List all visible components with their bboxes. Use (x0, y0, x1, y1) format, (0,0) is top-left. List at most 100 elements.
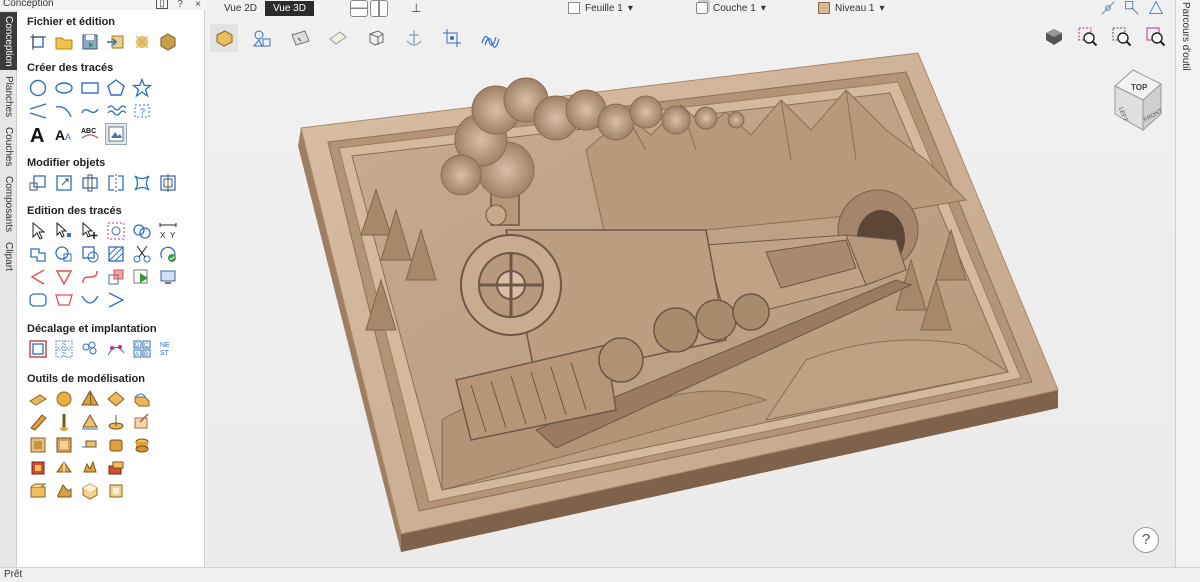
smooth-model-icon[interactable] (105, 434, 127, 456)
merge-components-icon[interactable] (131, 434, 153, 456)
invert-model-icon[interactable] (79, 480, 101, 502)
shape-editor-icon[interactable] (27, 388, 49, 410)
panel-help-icon[interactable]: ? (174, 0, 186, 10)
bake-icon[interactable] (79, 457, 101, 479)
pyramid-icon[interactable] (79, 388, 101, 410)
tab-composants[interactable]: Composants (0, 172, 17, 236)
copy-along-vector-icon[interactable] (105, 338, 127, 360)
3d-viewport[interactable]: Vue 2D Vue 3D ⊥ Feuille 1 ▾ Couche 1 ▾ N… (206, 0, 1175, 567)
arc-tool-icon[interactable] (53, 100, 75, 122)
close-vector-icon[interactable] (157, 243, 179, 265)
offset-vector-icon[interactable] (27, 338, 49, 360)
help-button[interactable]: ? (1133, 527, 1159, 553)
wave-tool-icon[interactable] (105, 100, 127, 122)
toolpaths-tab-label: Parcours d'outil (1180, 2, 1191, 71)
circle-tool-icon[interactable] (27, 77, 49, 99)
nesting-icon[interactable]: DCAB (131, 338, 153, 360)
sculpt-icon[interactable] (53, 411, 75, 433)
panel-close-icon[interactable]: × (192, 0, 204, 10)
tab-clipart[interactable]: Clipart (0, 238, 17, 274)
fade-icon[interactable] (79, 434, 101, 456)
screen-capture-icon[interactable] (157, 266, 179, 288)
text-tool-icon[interactable]: A (27, 123, 49, 145)
line-tool-icon[interactable] (27, 100, 49, 122)
extrude-icon[interactable] (131, 388, 153, 410)
move-tool-icon[interactable] (27, 172, 49, 194)
dome-icon[interactable] (53, 388, 75, 410)
sweep-two-rails-icon[interactable] (27, 411, 49, 433)
node-edit-icon[interactable] (53, 220, 75, 242)
scissors-icon[interactable] (131, 243, 153, 265)
bitmap-trace-icon[interactable] (105, 122, 127, 145)
section-modify-objects: Modifier objets (27, 157, 179, 194)
scale-tool-icon[interactable] (53, 172, 75, 194)
extend-vector-icon[interactable] (105, 266, 127, 288)
fillet-icon[interactable] (27, 266, 49, 288)
open-file-icon[interactable] (53, 31, 75, 53)
add-node-icon[interactable] (79, 220, 101, 242)
run-macro-icon[interactable] (131, 266, 153, 288)
pin-panel-icon[interactable]: ▯ (156, 0, 168, 9)
array-copy-icon[interactable] (53, 338, 75, 360)
svg-text:ABC: ABC (81, 128, 96, 135)
circular-array-icon[interactable] (79, 338, 101, 360)
ellipse-tool-icon[interactable] (53, 77, 75, 99)
dimension-tool-icon[interactable]: ? (131, 100, 153, 122)
tab-planches[interactable]: Planches (0, 72, 17, 122)
relief-model[interactable] (206, 0, 1175, 567)
hatch-icon[interactable] (105, 243, 127, 265)
import-icon[interactable] (105, 31, 127, 53)
create-model-icon[interactable] (27, 457, 49, 479)
import-model-icon[interactable] (157, 31, 179, 53)
weld-icon[interactable] (131, 220, 153, 242)
measure-icon[interactable]: XY (157, 220, 179, 242)
section-offset-layout: Décalage et implantation DCAB NE ST (27, 323, 179, 360)
status-text: Prêt (4, 569, 23, 580)
svg-text:B: B (144, 352, 148, 358)
save-file-icon[interactable] (79, 31, 101, 53)
bend-icon[interactable] (79, 289, 101, 311)
plane-icon[interactable] (105, 388, 127, 410)
split-model-icon[interactable] (53, 457, 75, 479)
text-on-curve-icon[interactable]: ABC (79, 123, 101, 145)
fit-to-curve-icon[interactable]: NE ST (157, 338, 179, 360)
svg-text:?: ? (140, 107, 145, 117)
tab-conception[interactable]: Conception (0, 12, 17, 70)
svg-text:NE: NE (160, 342, 170, 349)
reset-model-icon[interactable] (105, 480, 127, 502)
tile-model-icon[interactable] (53, 480, 75, 502)
join-open-vectors-icon[interactable] (105, 289, 127, 311)
toolpaths-tab[interactable]: Parcours d'outil (1175, 0, 1200, 567)
distort-tool-icon[interactable] (131, 172, 153, 194)
mirror-tool-icon[interactable] (105, 172, 127, 194)
select-pointer-icon[interactable] (27, 220, 49, 242)
section-edit-vectors: Edition des tracés XY (27, 205, 179, 311)
group-select-icon[interactable] (105, 220, 127, 242)
chamfer-icon[interactable] (53, 266, 75, 288)
texture-icon[interactable] (27, 434, 49, 456)
flatten-icon[interactable] (105, 457, 127, 479)
rectangle-tool-icon[interactable] (79, 77, 101, 99)
slice-model-icon[interactable] (27, 480, 49, 502)
turn-icon[interactable] (79, 411, 101, 433)
star-tool-icon[interactable] (131, 77, 153, 99)
texture-area-icon[interactable] (53, 434, 75, 456)
weld-vectors-icon[interactable] (27, 243, 49, 265)
curve-tool-icon[interactable] (79, 100, 101, 122)
section-file-edit: Fichier et édition (27, 16, 179, 53)
section-title-offset: Décalage et implantation (27, 323, 157, 335)
component-icon[interactable] (131, 411, 153, 433)
trapezoid-icon[interactable] (53, 289, 75, 311)
subtract-vectors-icon[interactable] (53, 243, 75, 265)
polygon-tool-icon[interactable] (105, 77, 127, 99)
rounded-rect-icon[interactable] (27, 289, 49, 311)
rotate-tool-icon[interactable] (79, 172, 101, 194)
align-tool-icon[interactable] (157, 172, 179, 194)
text-style-icon[interactable]: AA (53, 123, 75, 145)
tab-couches[interactable]: Couches (0, 124, 17, 170)
job-setup-icon[interactable] (27, 31, 49, 53)
intersect-vectors-icon[interactable] (79, 243, 101, 265)
spin-icon[interactable] (105, 411, 127, 433)
import-bitmap-icon[interactable] (131, 31, 153, 53)
smooth-curve-icon[interactable] (79, 266, 101, 288)
